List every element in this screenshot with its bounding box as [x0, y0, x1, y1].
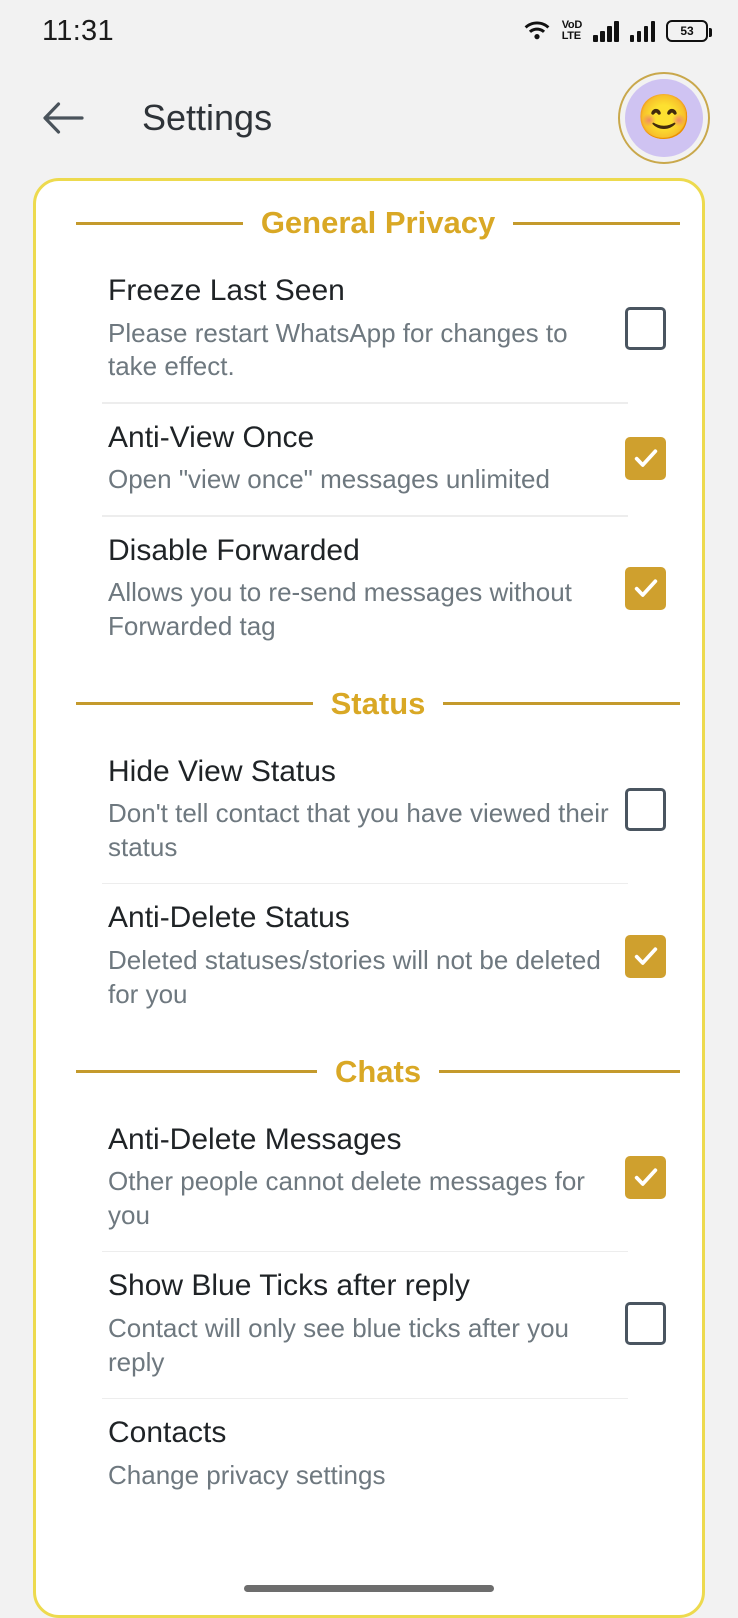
settings-row[interactable]: Disable Forwarded Allows you to re-send m… — [36, 517, 702, 662]
settings-row-subtitle: Don't tell contact that you have viewed … — [108, 797, 613, 865]
gesture-nav-handle[interactable] — [244, 1585, 494, 1592]
settings-row[interactable]: Freeze Last Seen Please restart WhatsApp … — [36, 257, 702, 402]
settings-row-title: Anti-Delete Status — [108, 900, 613, 937]
settings-row-text: Freeze Last Seen Please restart WhatsApp … — [108, 273, 625, 384]
settings-row-text: Disable Forwarded Allows you to re-send m… — [108, 533, 625, 644]
section-header: Status — [36, 662, 702, 738]
status-bar-icons: VoD LTE 53 — [523, 18, 708, 45]
back-arrow-icon — [42, 101, 84, 135]
settings-row-subtitle: Other people cannot delete messages for … — [108, 1165, 613, 1233]
section-header: Chats — [36, 1030, 702, 1106]
settings-row-text: Anti-Delete Status Deleted statuses/stori… — [108, 900, 625, 1011]
section-rule-right — [513, 222, 680, 225]
settings-row[interactable]: Show Blue Ticks after reply Contact will … — [36, 1252, 702, 1397]
app-bar: Settings 😊 — [0, 62, 738, 174]
check-icon — [632, 444, 660, 472]
back-button[interactable] — [36, 91, 90, 145]
checkbox-checked[interactable] — [625, 567, 666, 610]
settings-row-text: Anti-View Once Open "view once" messages … — [108, 420, 625, 497]
section-header-label: Chats — [335, 1054, 421, 1090]
checkbox-unchecked[interactable] — [625, 788, 666, 831]
status-bar-clock: 11:31 — [42, 15, 114, 48]
volte-icon: VoD LTE — [562, 20, 582, 42]
check-icon — [632, 942, 660, 970]
page-title: Settings — [142, 97, 272, 139]
section-header: General Privacy — [36, 181, 702, 257]
section-rule-left — [76, 222, 243, 225]
settings-row-text: Contacts Change privacy settings — [108, 1415, 666, 1492]
section-header-label: Status — [331, 686, 426, 722]
wifi-icon — [523, 18, 551, 45]
section-rule-right — [439, 1070, 680, 1073]
settings-row[interactable]: Anti-Delete Status Deleted statuses/stori… — [36, 884, 702, 1029]
settings-row-text: Anti-Delete Messages Other people cannot … — [108, 1122, 625, 1233]
settings-row-title: Contacts — [108, 1415, 654, 1452]
settings-row-title: Freeze Last Seen — [108, 273, 613, 310]
checkbox-unchecked[interactable] — [625, 1302, 666, 1345]
settings-row-text: Hide View Status Don't tell contact that … — [108, 754, 625, 865]
settings-row-title: Hide View Status — [108, 754, 613, 791]
settings-row-subtitle: Change privacy settings — [108, 1459, 654, 1493]
battery-icon: 53 — [666, 20, 708, 42]
section-rule-left — [76, 1070, 317, 1073]
settings-sections: General Privacy Freeze Last Seen Please re… — [36, 181, 702, 1510]
settings-row-subtitle: Open "view once" messages unlimited — [108, 463, 613, 497]
settings-row-title: Anti-Delete Messages — [108, 1122, 613, 1159]
check-icon — [632, 1163, 660, 1191]
section-rule-left — [76, 702, 313, 705]
settings-row-title: Disable Forwarded — [108, 533, 613, 570]
settings-row-subtitle: Please restart WhatsApp for changes to t… — [108, 317, 613, 385]
checkbox-checked[interactable] — [625, 437, 666, 480]
settings-row[interactable]: Hide View Status Don't tell contact that … — [36, 738, 702, 883]
checkbox-unchecked[interactable] — [625, 307, 666, 350]
avatar-emoji-icon: 😊 — [625, 79, 703, 157]
settings-row-subtitle: Allows you to re-send messages without F… — [108, 576, 613, 644]
signal-bars-sim2-icon — [630, 20, 656, 42]
status-bar: 11:31 VoD LTE 53 — [0, 0, 738, 62]
settings-row[interactable]: Contacts Change privacy settings — [36, 1399, 702, 1510]
settings-row[interactable]: Anti-Delete Messages Other people cannot … — [36, 1106, 702, 1251]
settings-row[interactable]: Anti-View Once Open "view once" messages … — [36, 404, 702, 515]
avatar[interactable]: 😊 — [618, 72, 710, 164]
checkbox-checked[interactable] — [625, 935, 666, 978]
settings-card: General Privacy Freeze Last Seen Please re… — [33, 178, 705, 1618]
settings-row-subtitle: Contact will only see blue ticks after y… — [108, 1312, 613, 1380]
section-rule-right — [443, 702, 680, 705]
signal-bars-sim1-icon — [593, 20, 619, 42]
settings-row-title: Show Blue Ticks after reply — [108, 1268, 613, 1305]
settings-row-text: Show Blue Ticks after reply Contact will … — [108, 1268, 625, 1379]
section-header-label: General Privacy — [261, 205, 495, 241]
checkbox-checked[interactable] — [625, 1156, 666, 1199]
battery-level-label: 53 — [680, 24, 693, 38]
settings-row-title: Anti-View Once — [108, 420, 613, 457]
settings-row-subtitle: Deleted statuses/stories will not be del… — [108, 944, 613, 1012]
check-icon — [632, 574, 660, 602]
